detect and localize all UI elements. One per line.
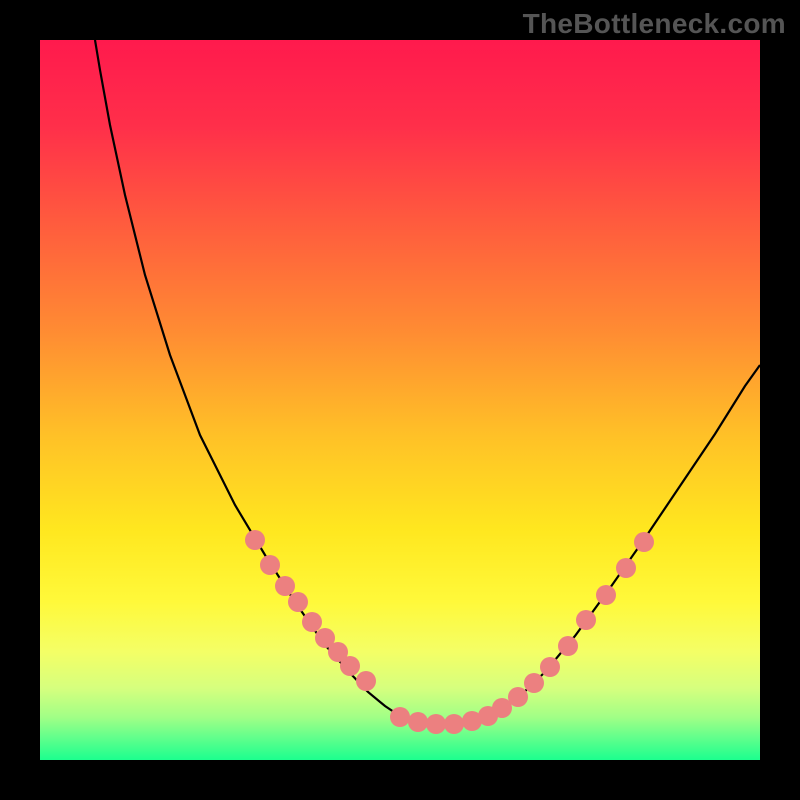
data-dot — [634, 532, 654, 552]
data-dots — [245, 530, 654, 734]
data-dot — [508, 687, 528, 707]
bottleneck-curve — [95, 40, 760, 724]
plot-area — [40, 40, 760, 760]
data-dot — [426, 714, 446, 734]
data-dot — [390, 707, 410, 727]
data-dot — [288, 592, 308, 612]
data-dot — [340, 656, 360, 676]
data-dot — [275, 576, 295, 596]
data-dot — [444, 714, 464, 734]
data-dot — [260, 555, 280, 575]
watermark-text: TheBottleneck.com — [523, 8, 786, 40]
data-dot — [540, 657, 560, 677]
curve-layer — [40, 40, 760, 760]
data-dot — [245, 530, 265, 550]
data-dot — [524, 673, 544, 693]
outer-frame: TheBottleneck.com — [0, 0, 800, 800]
data-dot — [576, 610, 596, 630]
data-dot — [558, 636, 578, 656]
data-dot — [616, 558, 636, 578]
data-dot — [408, 712, 428, 732]
data-dot — [596, 585, 616, 605]
data-dot — [356, 671, 376, 691]
data-dot — [302, 612, 322, 632]
